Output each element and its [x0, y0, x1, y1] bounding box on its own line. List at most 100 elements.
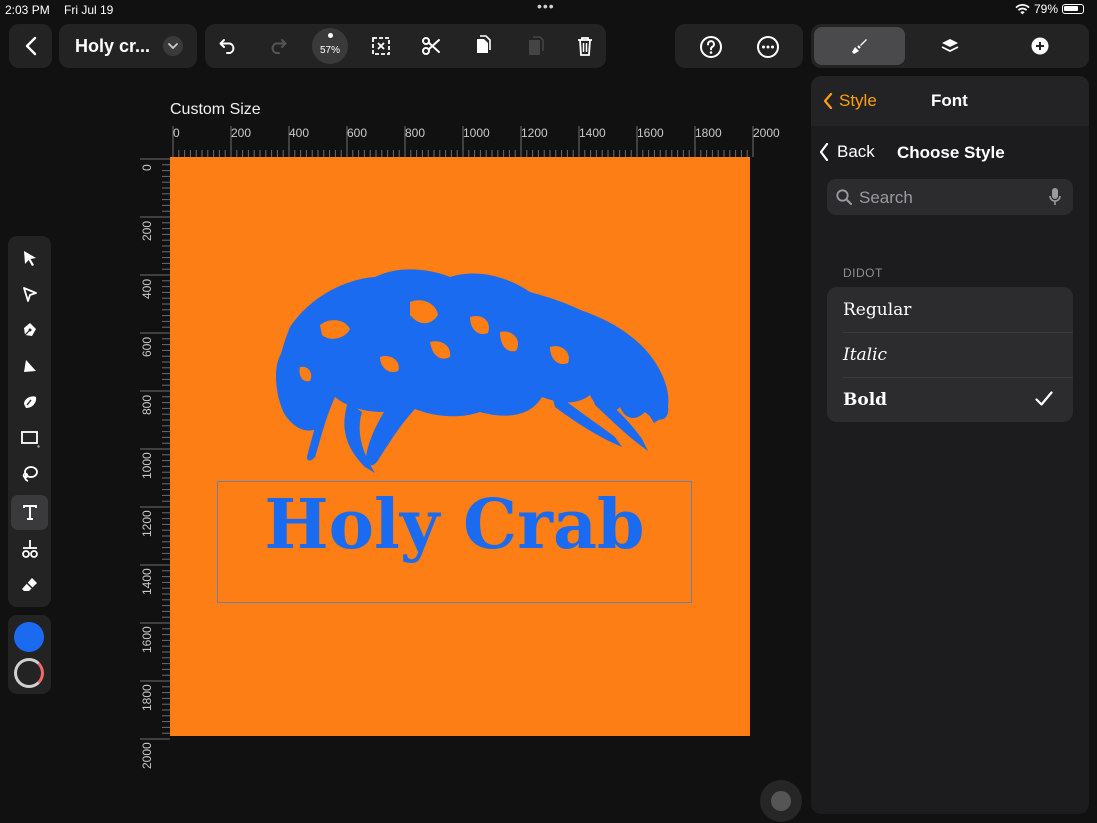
style-label: Italic: [843, 344, 888, 365]
h-ruler-label: 0: [173, 126, 180, 140]
style-option-regular[interactable]: Regular: [827, 287, 1073, 332]
v-ruler-label: 800: [140, 394, 154, 415]
style-label: Regular: [843, 299, 912, 320]
checkmark-icon: [1035, 391, 1053, 406]
arrow-pointer-icon: [23, 250, 36, 266]
paste-button[interactable]: [519, 30, 551, 62]
question-circle-icon: [700, 36, 722, 58]
v-ruler-label: 2000: [140, 742, 154, 769]
copy-icon: [477, 35, 491, 53]
status-date: Fri Jul 19: [64, 3, 114, 17]
scissors-tool[interactable]: [11, 531, 48, 566]
redo-icon: [271, 39, 287, 54]
horizontal-ruler: 0 200 400 600 800 1000 1200 1400 1600 18…: [170, 124, 790, 157]
search-placeholder: Search: [859, 188, 913, 207]
v-ruler-label: 0: [140, 164, 154, 171]
back-button-secondary[interactable]: Back: [819, 142, 875, 162]
back-label: Back: [837, 142, 875, 161]
brush-tab[interactable]: [814, 27, 905, 65]
fill-color-swatch[interactable]: [14, 622, 44, 652]
hollow-arrow-icon: [22, 286, 37, 302]
layers-tab[interactable]: [935, 30, 965, 62]
battery-percent: 79%: [1034, 2, 1059, 16]
v-ruler-label: 1600: [140, 626, 154, 653]
undo-button[interactable]: [212, 30, 244, 62]
text-t-icon: [22, 505, 37, 520]
chevron-left-icon: [819, 143, 829, 161]
h-ruler-label: 2000: [753, 126, 780, 140]
v-ruler-label: 200: [140, 220, 154, 241]
v-ruler-label: 1000: [140, 452, 154, 479]
floating-action-button[interactable]: [760, 780, 802, 822]
status-time: 2:03 PM: [5, 3, 50, 17]
style-list: Regular Italic Bold: [827, 287, 1073, 422]
pen-nib-icon: [22, 322, 36, 337]
h-ruler-label: 800: [405, 126, 426, 140]
eraser-tool[interactable]: [11, 567, 48, 602]
style-back-button[interactable]: Style: [823, 91, 877, 111]
headline-text[interactable]: Holy Crab: [217, 485, 692, 565]
plus-circle-icon: [1031, 37, 1049, 55]
style-option-bold[interactable]: Bold: [827, 377, 1073, 422]
rectangle-icon: [20, 430, 40, 448]
copy-button[interactable]: [467, 30, 499, 62]
multitasking-dots-icon[interactable]: •••: [537, 0, 555, 14]
v-ruler-label: 1800: [140, 684, 154, 711]
direct-select-tool[interactable]: [11, 276, 48, 311]
h-ruler-label: 1800: [695, 126, 722, 140]
trash-icon: [578, 37, 592, 56]
v-ruler-label: 1400: [140, 568, 154, 595]
stroke-color-swatch[interactable]: [14, 658, 44, 688]
delete-button[interactable]: [569, 30, 601, 62]
status-bar: 2:03 PM Fri Jul 19 ••• 79%: [0, 0, 1097, 20]
scissors-icon: [422, 37, 440, 55]
h-ruler-label: 200: [231, 126, 252, 140]
crab-illustration[interactable]: [170, 157, 750, 736]
status-right: 79%: [1015, 2, 1085, 16]
choose-style-title: Choose Style: [897, 143, 1005, 162]
transform-button[interactable]: [365, 30, 397, 62]
document-title[interactable]: Holy cr...: [75, 36, 150, 57]
brush-tool[interactable]: [11, 384, 48, 419]
zoom-dot-icon: [328, 33, 333, 38]
style-back-label: Style: [839, 91, 877, 110]
text-tool[interactable]: [11, 495, 48, 530]
ellipsis-circle-icon: [757, 36, 779, 58]
help-button[interactable]: [696, 32, 726, 62]
add-tab[interactable]: [1025, 30, 1055, 62]
microphone-icon[interactable]: [1049, 187, 1061, 207]
h-ruler-label: 1200: [521, 126, 548, 140]
style-option-italic[interactable]: Italic: [827, 332, 1073, 377]
pencil-tip-icon: [23, 359, 36, 372]
redo-button[interactable]: [262, 30, 294, 62]
chevron-down-icon[interactable]: [163, 36, 183, 56]
h-ruler-label: 1000: [463, 126, 490, 140]
artboard[interactable]: Holy Crab: [170, 157, 750, 736]
wifi-icon: [1015, 3, 1030, 14]
paste-icon: [529, 36, 544, 55]
tool-palette: [8, 236, 51, 607]
pen-tool[interactable]: [11, 312, 48, 347]
scissors-vertical-icon: [21, 539, 38, 558]
back-button[interactable]: [9, 24, 52, 68]
more-button[interactable]: [753, 32, 783, 62]
h-ruler-label: 400: [289, 126, 310, 140]
battery-icon: [1062, 4, 1085, 14]
layers-icon: [941, 39, 959, 53]
search-input[interactable]: Search: [827, 179, 1073, 215]
cut-button[interactable]: [415, 30, 447, 62]
transform-box-icon: [372, 37, 390, 55]
pencil-tool[interactable]: [11, 348, 48, 383]
record-dot-icon: [771, 791, 791, 811]
style-label: Bold: [843, 389, 888, 410]
color-palette: [8, 615, 51, 694]
shape-tool[interactable]: [11, 420, 48, 455]
font-family-label: DIDOT: [843, 266, 883, 280]
lasso-tool[interactable]: [11, 456, 48, 491]
v-ruler-label: 400: [140, 278, 154, 299]
chevron-left-icon: [823, 93, 833, 109]
undo-icon: [219, 39, 235, 54]
zoom-indicator[interactable]: 57%: [312, 28, 348, 64]
select-tool[interactable]: [11, 240, 48, 275]
brush-blob-icon: [23, 395, 36, 408]
